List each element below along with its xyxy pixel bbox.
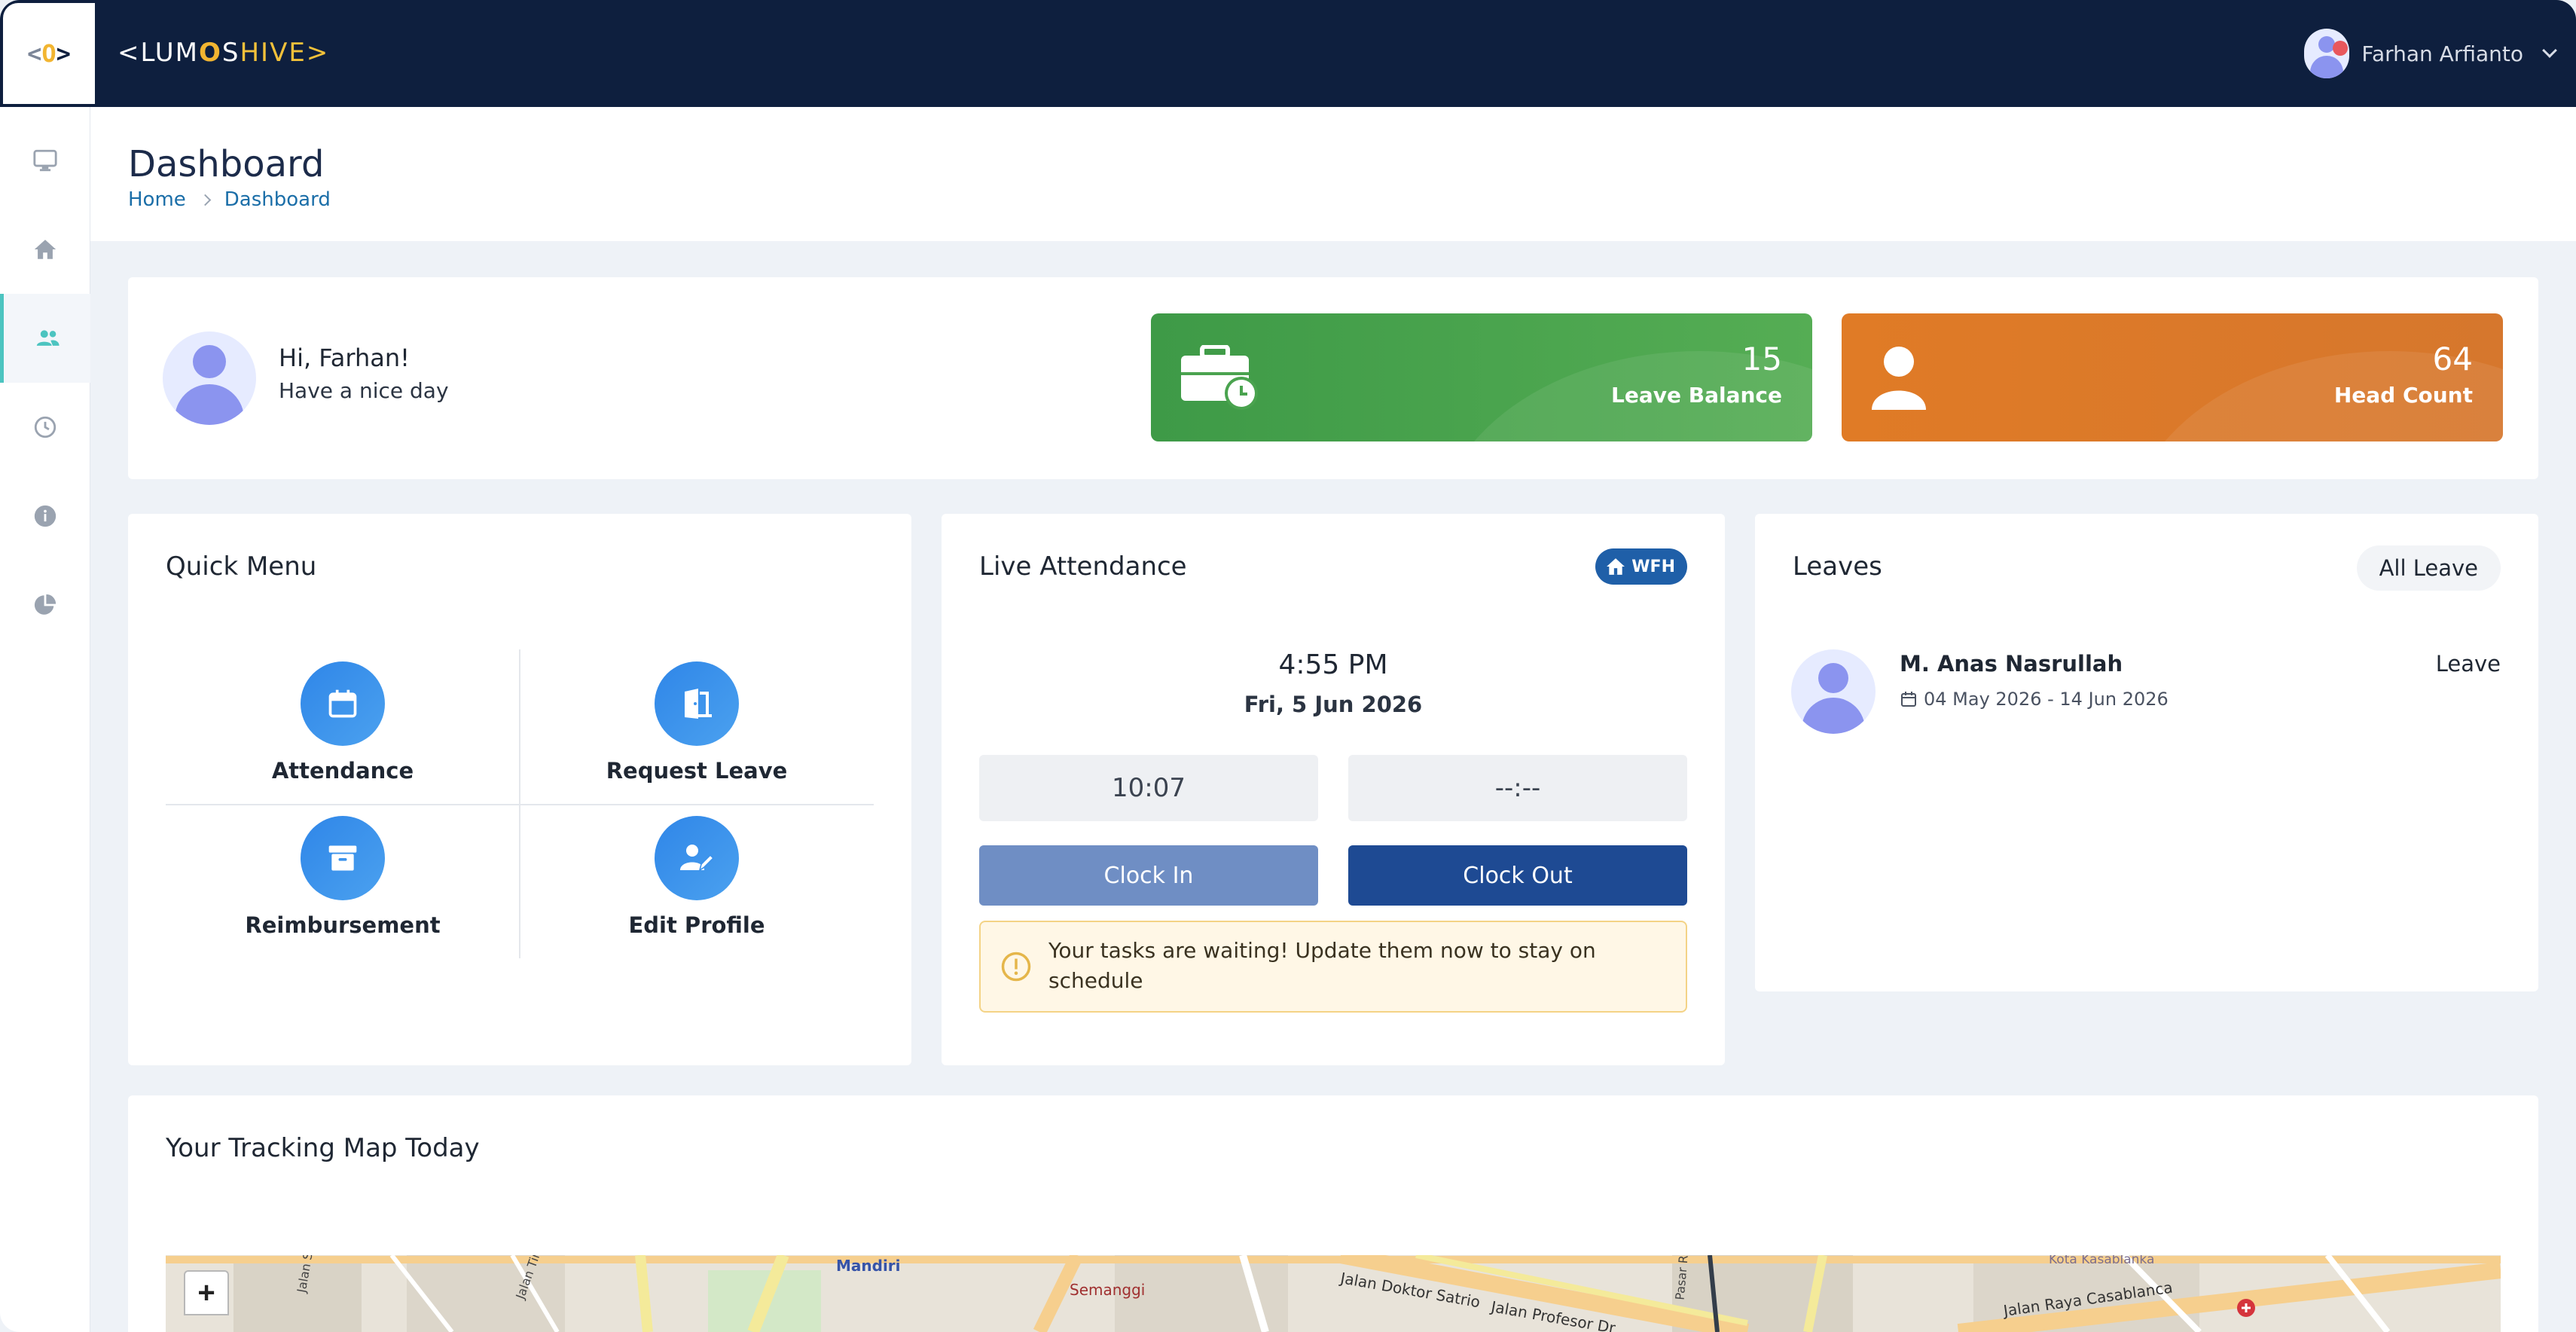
monitor-icon xyxy=(33,149,57,172)
logo[interactable]: <O> xyxy=(3,3,95,104)
sidebar-item-employees[interactable] xyxy=(0,294,90,383)
live-attendance-card: Live Attendance WFH 4:55 PM Fri, 5 Jun 2… xyxy=(942,514,1725,1065)
calendar-icon xyxy=(328,689,357,718)
brand-name: <LUM O S HIVE> xyxy=(118,38,330,68)
leave-dates: 04 May 2026 - 14 Jun 2026 xyxy=(1900,689,2169,710)
clock-in-time: 10:07 xyxy=(979,755,1318,821)
user-name: Farhan Arfianto xyxy=(2361,41,2523,66)
head-count-card[interactable]: 64 Head Count xyxy=(1842,313,2503,441)
task-alert: Your tasks are waiting! Update them now … xyxy=(979,921,1687,1013)
live-attendance-title: Live Attendance xyxy=(979,551,1187,582)
quick-menu-request-leave[interactable]: Request Leave xyxy=(520,649,874,804)
sidebar-item-monitor[interactable] xyxy=(0,116,90,205)
map[interactable]: Mandiri Semanggi Jalan Doktor Satrio Jal… xyxy=(166,1255,2501,1332)
breadcrumb: Home Dashboard xyxy=(128,188,331,211)
leaves-card: Leaves All Leave M. Anas Nasrullah Leave… xyxy=(1755,514,2538,991)
quick-menu-attendance[interactable]: Attendance xyxy=(166,649,520,804)
breadcrumb-home[interactable]: Home xyxy=(128,188,186,211)
greeting-subtitle: Have a nice day xyxy=(279,378,449,403)
archive-box-icon xyxy=(328,845,357,871)
all-leave-button[interactable]: All Leave xyxy=(2356,545,2501,591)
briefcase-clock-icon xyxy=(1181,345,1258,410)
current-date: Fri, 5 Jun 2026 xyxy=(1244,692,1423,717)
sidebar-item-info[interactable] xyxy=(0,472,90,561)
tracking-map-card: Your Tracking Map Today Mandiri Semanggi… xyxy=(128,1095,2538,1332)
leave-balance-card[interactable]: 15 Leave Balance xyxy=(1151,313,1812,441)
quick-menu-reimbursement[interactable]: Reimbursement xyxy=(166,804,520,958)
avatar xyxy=(1791,649,1876,734)
tracking-map-title: Your Tracking Map Today xyxy=(166,1133,480,1163)
users-icon xyxy=(36,330,60,346)
door-exit-icon xyxy=(685,689,712,719)
sidebar xyxy=(0,107,90,1332)
clock-out-button[interactable]: Clock Out xyxy=(1348,845,1687,906)
quick-menu-grid: Attendance Request Leave Reimbursement E… xyxy=(166,649,874,958)
task-alert-text: Your tasks are waiting! Update them now … xyxy=(1048,938,1596,993)
avatar xyxy=(163,331,256,425)
sidebar-item-reports[interactable] xyxy=(0,561,90,649)
quick-menu-edit-profile[interactable]: Edit Profile xyxy=(520,804,874,958)
home-icon xyxy=(1607,558,1625,575)
user-icon xyxy=(1872,347,1926,410)
current-time: 4:55 PM xyxy=(1278,649,1388,680)
user-edit-icon xyxy=(680,845,715,872)
wfh-badge: WFH xyxy=(1595,548,1687,585)
greeting: Hi, Farhan! xyxy=(279,344,410,372)
calendar-icon xyxy=(1901,692,1916,707)
leave-balance-label: Leave Balance xyxy=(1611,383,1782,408)
leave-balance-value: 15 xyxy=(1741,341,1782,377)
sidebar-item-history[interactable] xyxy=(0,383,90,472)
top-bar: <O> <LUM O S HIVE> Farhan Arfianto xyxy=(0,0,2576,107)
quick-menu-title: Quick Menu xyxy=(166,551,317,582)
home-icon xyxy=(34,240,56,259)
notification-dot xyxy=(2333,41,2349,56)
zoom-in-button[interactable]: + xyxy=(184,1270,229,1315)
sidebar-item-home[interactable] xyxy=(0,205,90,294)
leave-employee-name[interactable]: M. Anas Nasrullah xyxy=(1900,651,2123,677)
clock-icon xyxy=(34,416,56,438)
clock-out-time: --:-- xyxy=(1348,755,1687,821)
chevron-right-icon xyxy=(199,194,212,206)
head-count-value: 64 xyxy=(2432,341,2473,377)
leaves-title: Leaves xyxy=(1793,551,1882,582)
welcome-card: Hi, Farhan! Have a nice day 15 Leave Bal… xyxy=(128,277,2538,479)
logo-icon: <O> xyxy=(27,39,71,68)
breadcrumb-current[interactable]: Dashboard xyxy=(224,188,331,211)
leave-type: Leave xyxy=(2435,651,2501,677)
page-header: Dashboard Home Dashboard xyxy=(90,107,2576,241)
app-frame: <O> <LUM O S HIVE> Farhan Arfianto Dashb… xyxy=(0,0,2576,1332)
user-menu[interactable]: Farhan Arfianto xyxy=(2304,29,2559,78)
page-title: Dashboard xyxy=(128,143,325,185)
quick-menu-card: Quick Menu Attendance Request Leave Reim… xyxy=(128,514,911,1065)
warning-circle-icon xyxy=(1001,952,1031,982)
info-icon xyxy=(34,505,56,527)
clock-in-button[interactable]: Clock In xyxy=(979,845,1318,906)
head-count-label: Head Count xyxy=(2333,383,2473,408)
chevron-down-icon xyxy=(2542,43,2557,58)
pie-chart-icon xyxy=(34,594,56,615)
avatar xyxy=(2304,29,2350,78)
